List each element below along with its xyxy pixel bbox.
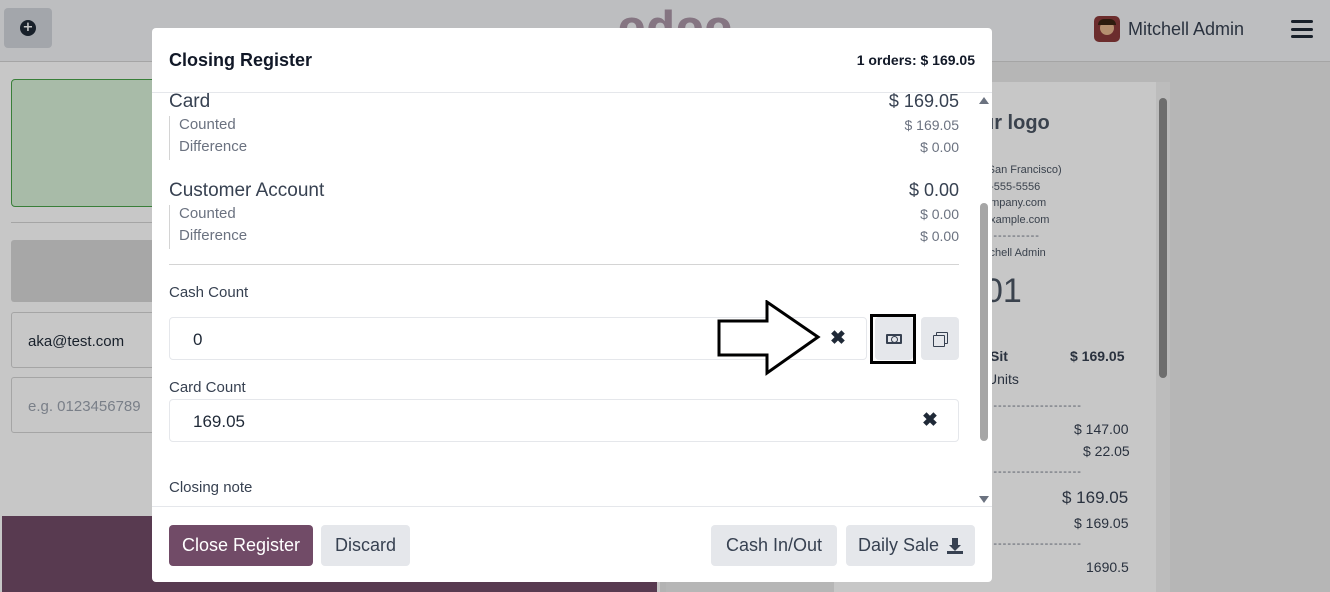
payment-method-details: Counted $ 169.05 Difference $ 0.00 — [169, 116, 959, 160]
highlight-box — [870, 314, 916, 364]
clear-cash-count-icon[interactable]: ✖ — [828, 329, 848, 349]
cash-in-out-button[interactable]: Cash In/Out — [711, 525, 837, 566]
scroll-down-icon[interactable] — [979, 496, 989, 503]
difference-label: Difference — [179, 138, 248, 155]
payment-method-card: Card $ 169.05 Counted $ 169.05 Differenc… — [169, 93, 959, 161]
payment-method-name: Card — [169, 93, 211, 112]
cash-count-value: 0 — [193, 330, 203, 349]
payment-method-details: Counted $ 0.00 Difference $ 0.00 — [169, 205, 959, 249]
counted-value: $ 169.05 — [904, 117, 960, 133]
daily-sale-label: Daily Sale — [857, 535, 940, 555]
dialog-header: Closing Register 1 orders: $ 169.05 — [152, 28, 992, 93]
payment-method-total: $ 169.05 — [888, 93, 959, 111]
orders-summary: 1 orders: $ 169.05 — [856, 52, 975, 68]
discard-button[interactable]: Discard — [321, 525, 410, 566]
scroll-up-icon[interactable] — [979, 97, 989, 104]
dialog-footer: Close Register Discard Cash In/Out Daily… — [152, 506, 992, 582]
difference-label: Difference — [179, 227, 248, 244]
card-count-value: 169.05 — [193, 412, 245, 431]
dialog-scrollbar[interactable] — [977, 93, 991, 507]
closing-register-dialog: Closing Register 1 orders: $ 169.05 Card… — [152, 28, 992, 582]
payment-method-name: Customer Account — [169, 180, 325, 201]
counted-value: $ 0.00 — [920, 206, 959, 222]
dialog-title: Closing Register — [169, 50, 313, 70]
daily-sale-button[interactable]: Daily Sale — [846, 525, 975, 566]
clear-card-count-icon[interactable]: ✖ — [920, 411, 940, 431]
cash-count-label: Cash Count — [169, 284, 249, 301]
scrollbar-thumb[interactable] — [980, 203, 988, 441]
download-icon — [947, 537, 964, 554]
dialog-body: Card $ 169.05 Counted $ 169.05 Differenc… — [152, 93, 992, 507]
difference-value: $ 0.00 — [920, 139, 959, 155]
counted-label: Counted — [179, 205, 236, 222]
card-count-input[interactable]: 169.05 ✖ — [169, 399, 959, 442]
card-count-label: Card Count — [169, 379, 246, 396]
difference-value: $ 0.00 — [920, 228, 959, 244]
payment-method-total: $ 0.00 — [908, 180, 959, 200]
close-register-button[interactable]: Close Register — [169, 525, 313, 566]
section-divider — [169, 264, 959, 265]
counted-label: Counted — [179, 116, 236, 133]
arrow-right-icon — [717, 300, 821, 376]
payment-method-customer-account: Customer Account $ 0.00 Counted $ 0.00 D… — [169, 180, 959, 250]
copy-expected-button[interactable] — [921, 317, 959, 360]
copy-icon — [933, 331, 948, 347]
closing-note-label: Closing note — [169, 479, 253, 496]
